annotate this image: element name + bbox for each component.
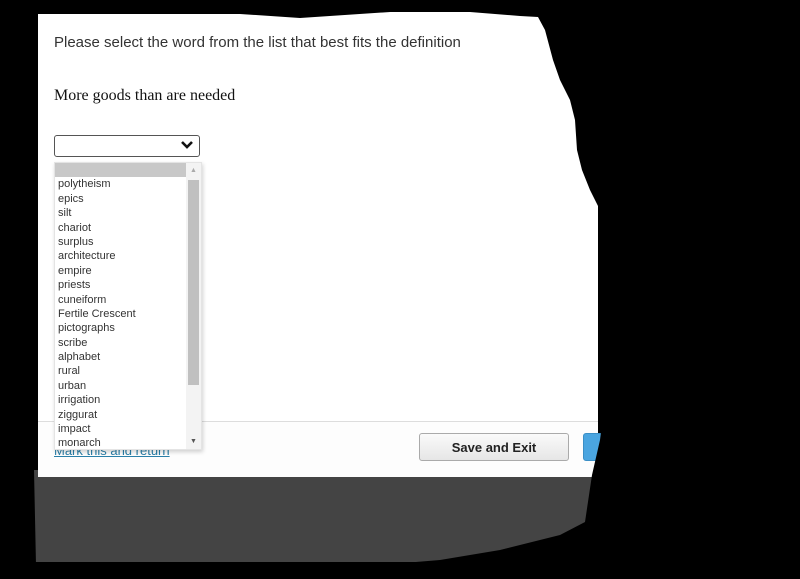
instruction-text: Please select the word from the list tha… [54,34,461,51]
scroll-up-arrow-icon[interactable]: ▲ [186,163,201,178]
chevron-down-icon [181,141,193,149]
options-list: polytheism epics silt chariot surplus archite… [55,163,187,451]
select-option[interactable]: pictographs [55,321,187,335]
select-option[interactable] [55,163,187,178]
select-option[interactable]: epics [55,192,187,206]
select-option[interactable]: architecture [55,249,187,263]
select-option[interactable]: irrigation [55,393,187,407]
select-option[interactable]: cuneiform [55,293,187,307]
select-option[interactable]: Fertile Crescent [55,307,187,321]
answer-select[interactable] [54,135,200,157]
select-option[interactable]: rural [55,364,187,378]
dark-backdrop [34,470,614,562]
scroll-down-arrow-icon[interactable]: ▼ [186,434,201,449]
select-option[interactable]: priests [55,278,187,292]
listbox-scrollbar[interactable]: ▲ ▼ [186,163,201,449]
select-option[interactable]: polytheism [55,177,187,191]
next-button[interactable] [583,433,623,461]
select-option[interactable]: empire [55,264,187,278]
dropdown-listbox[interactable]: polytheism epics silt chariot surplus archite… [54,162,202,450]
select-option[interactable]: alphabet [55,350,187,364]
select-option[interactable]: surplus [55,235,187,249]
select-option[interactable]: monarch [55,436,187,450]
select-option[interactable]: silt [55,206,187,220]
select-option[interactable]: chariot [55,221,187,235]
select-option[interactable]: scribe [55,336,187,350]
select-option[interactable]: ziggurat [55,408,187,422]
save-and-exit-button[interactable]: Save and Exit [419,433,569,461]
select-option[interactable]: urban [55,379,187,393]
select-option[interactable]: impact [55,422,187,436]
definition-text: More goods than are needed [54,87,236,104]
scroll-thumb[interactable] [188,180,199,385]
